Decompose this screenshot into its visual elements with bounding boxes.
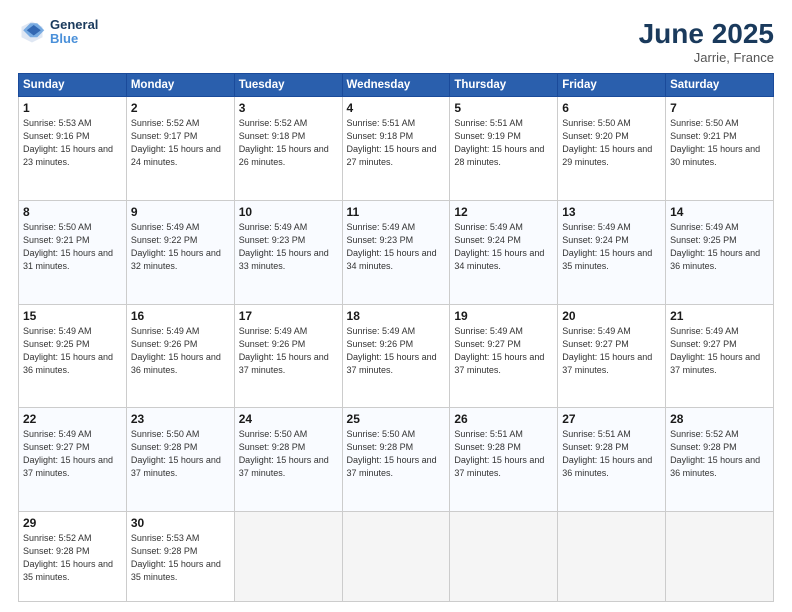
day-16: 16 Sunrise: 5:49 AMSunset: 9:26 PMDaylig… <box>126 304 234 408</box>
day-14: 14 Sunrise: 5:49 AMSunset: 9:25 PMDaylig… <box>666 200 774 304</box>
week-row-2: 8 Sunrise: 5:50 AMSunset: 9:21 PMDayligh… <box>19 200 774 304</box>
logo-line1: General <box>50 18 98 32</box>
day-11: 11 Sunrise: 5:49 AMSunset: 9:23 PMDaylig… <box>342 200 450 304</box>
empty-cell-1 <box>234 512 342 602</box>
day-24: 24 Sunrise: 5:50 AMSunset: 9:28 PMDaylig… <box>234 408 342 512</box>
logo: General Blue <box>18 18 98 47</box>
day-13: 13 Sunrise: 5:49 AMSunset: 9:24 PMDaylig… <box>558 200 666 304</box>
col-saturday: Saturday <box>666 74 774 97</box>
col-wednesday: Wednesday <box>342 74 450 97</box>
header: General Blue June 2025 Jarrie, France <box>18 18 774 65</box>
logo-text: General Blue <box>50 18 98 47</box>
day-26: 26 Sunrise: 5:51 AMSunset: 9:28 PMDaylig… <box>450 408 558 512</box>
week-row-3: 15 Sunrise: 5:49 AMSunset: 9:25 PMDaylig… <box>19 304 774 408</box>
title-area: June 2025 Jarrie, France <box>639 18 774 65</box>
day-28: 28 Sunrise: 5:52 AMSunset: 9:28 PMDaylig… <box>666 408 774 512</box>
day-8: 8 Sunrise: 5:50 AMSunset: 9:21 PMDayligh… <box>19 200 127 304</box>
col-thursday: Thursday <box>450 74 558 97</box>
week-row-5: 29 Sunrise: 5:52 AMSunset: 9:28 PMDaylig… <box>19 512 774 602</box>
day-1: 1 Sunrise: 5:53 AMSunset: 9:16 PMDayligh… <box>19 97 127 201</box>
day-21: 21 Sunrise: 5:49 AMSunset: 9:27 PMDaylig… <box>666 304 774 408</box>
month-title: June 2025 <box>639 18 774 50</box>
day-27: 27 Sunrise: 5:51 AMSunset: 9:28 PMDaylig… <box>558 408 666 512</box>
empty-cell-4 <box>558 512 666 602</box>
day-7: 7 Sunrise: 5:50 AMSunset: 9:21 PMDayligh… <box>666 97 774 201</box>
empty-cell-5 <box>666 512 774 602</box>
page: General Blue June 2025 Jarrie, France Su… <box>0 0 792 612</box>
day-23: 23 Sunrise: 5:50 AMSunset: 9:28 PMDaylig… <box>126 408 234 512</box>
empty-cell-3 <box>450 512 558 602</box>
day-29: 29 Sunrise: 5:52 AMSunset: 9:28 PMDaylig… <box>19 512 127 602</box>
day-20: 20 Sunrise: 5:49 AMSunset: 9:27 PMDaylig… <box>558 304 666 408</box>
day-15: 15 Sunrise: 5:49 AMSunset: 9:25 PMDaylig… <box>19 304 127 408</box>
day-30: 30 Sunrise: 5:53 AMSunset: 9:28 PMDaylig… <box>126 512 234 602</box>
day-9: 9 Sunrise: 5:49 AMSunset: 9:22 PMDayligh… <box>126 200 234 304</box>
calendar-table: Sunday Monday Tuesday Wednesday Thursday… <box>18 73 774 602</box>
col-friday: Friday <box>558 74 666 97</box>
day-2: 2 Sunrise: 5:52 AMSunset: 9:17 PMDayligh… <box>126 97 234 201</box>
logo-line2: Blue <box>50 32 98 46</box>
logo-icon <box>18 18 46 46</box>
empty-cell-2 <box>342 512 450 602</box>
day-6: 6 Sunrise: 5:50 AMSunset: 9:20 PMDayligh… <box>558 97 666 201</box>
week-row-1: 1 Sunrise: 5:53 AMSunset: 9:16 PMDayligh… <box>19 97 774 201</box>
day-10: 10 Sunrise: 5:49 AMSunset: 9:23 PMDaylig… <box>234 200 342 304</box>
day-5: 5 Sunrise: 5:51 AMSunset: 9:19 PMDayligh… <box>450 97 558 201</box>
col-tuesday: Tuesday <box>234 74 342 97</box>
col-sunday: Sunday <box>19 74 127 97</box>
day-17: 17 Sunrise: 5:49 AMSunset: 9:26 PMDaylig… <box>234 304 342 408</box>
day-12: 12 Sunrise: 5:49 AMSunset: 9:24 PMDaylig… <box>450 200 558 304</box>
location: Jarrie, France <box>639 50 774 65</box>
header-row: Sunday Monday Tuesday Wednesday Thursday… <box>19 74 774 97</box>
col-monday: Monday <box>126 74 234 97</box>
day-4: 4 Sunrise: 5:51 AMSunset: 9:18 PMDayligh… <box>342 97 450 201</box>
week-row-4: 22 Sunrise: 5:49 AMSunset: 9:27 PMDaylig… <box>19 408 774 512</box>
day-3: 3 Sunrise: 5:52 AMSunset: 9:18 PMDayligh… <box>234 97 342 201</box>
day-18: 18 Sunrise: 5:49 AMSunset: 9:26 PMDaylig… <box>342 304 450 408</box>
day-25: 25 Sunrise: 5:50 AMSunset: 9:28 PMDaylig… <box>342 408 450 512</box>
day-19: 19 Sunrise: 5:49 AMSunset: 9:27 PMDaylig… <box>450 304 558 408</box>
day-22: 22 Sunrise: 5:49 AMSunset: 9:27 PMDaylig… <box>19 408 127 512</box>
